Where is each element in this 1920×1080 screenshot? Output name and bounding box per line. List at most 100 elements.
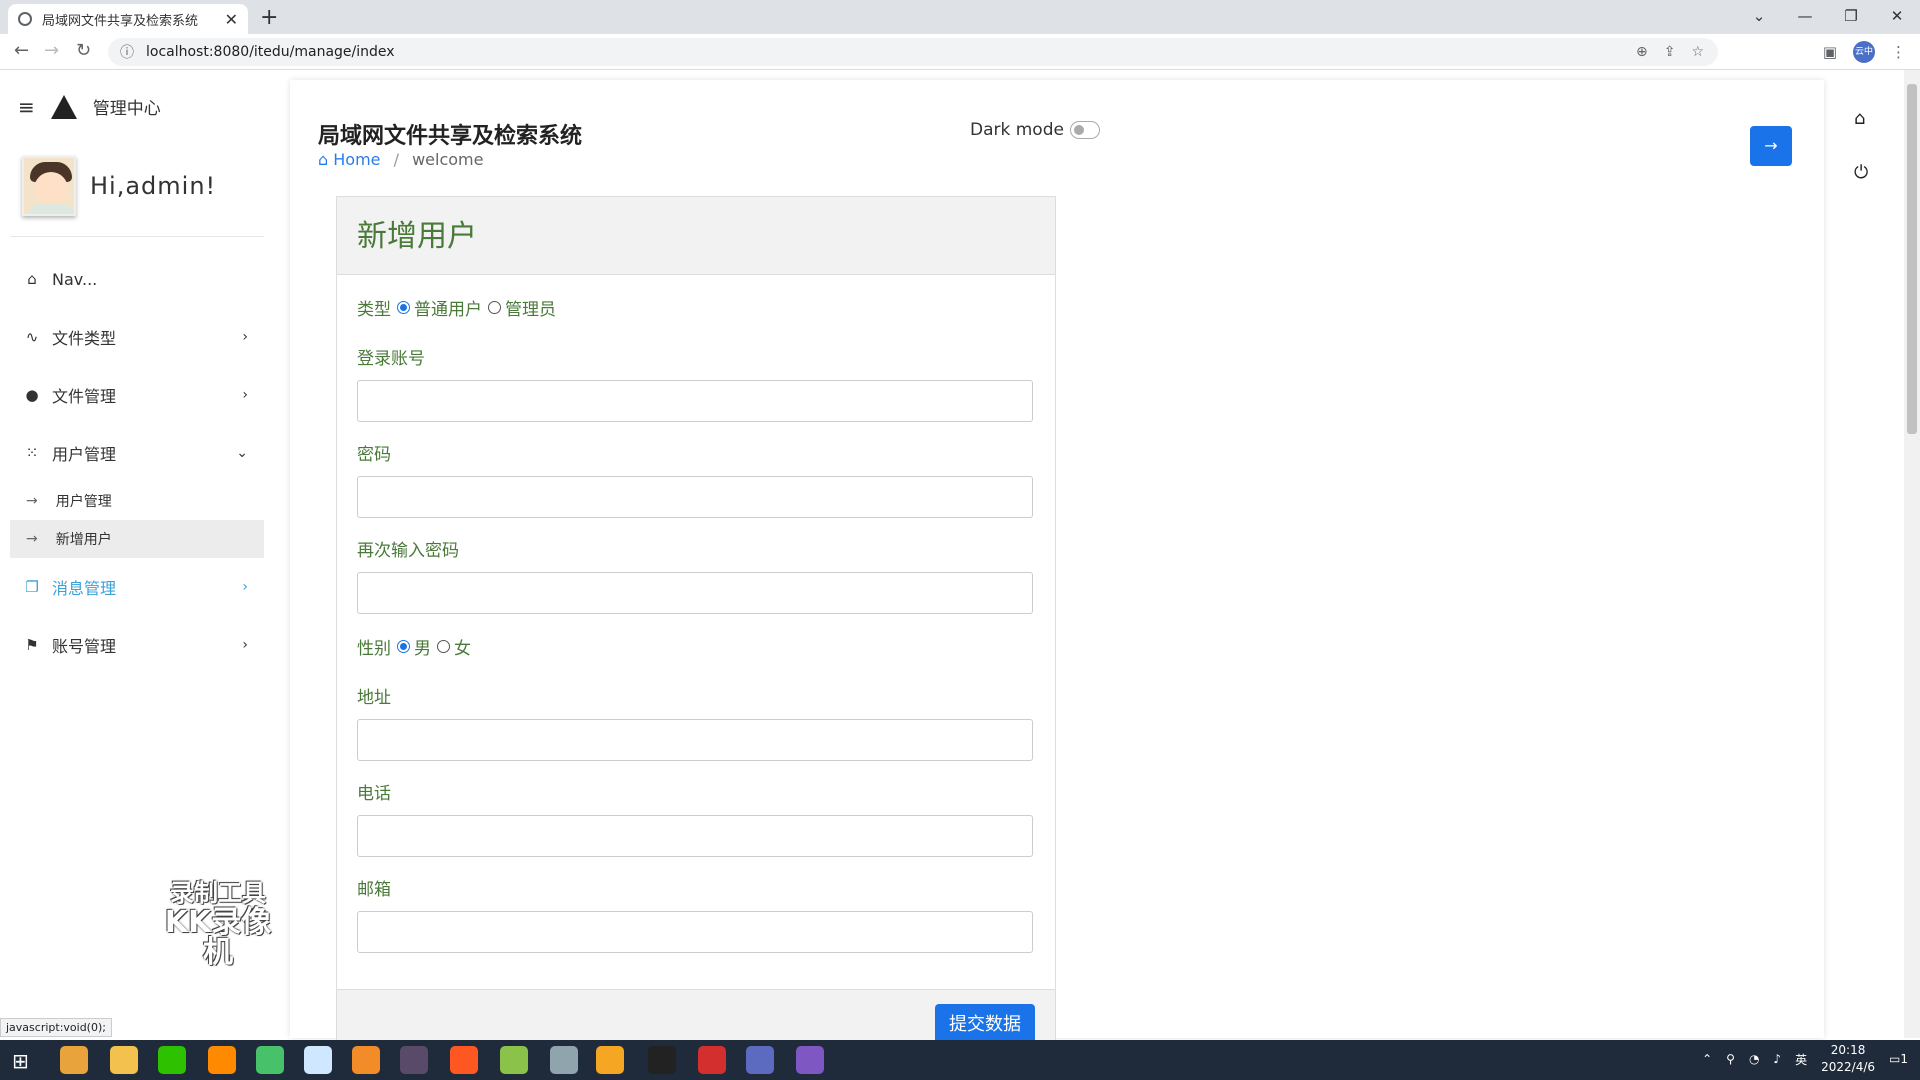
account-input[interactable]: [357, 380, 1033, 422]
forward-icon[interactable]: →: [44, 40, 59, 61]
chevron-right-icon: ›: [242, 637, 248, 653]
home-icon[interactable]: ⌂: [1854, 108, 1865, 129]
address-bar: ← → ↻ ⓘ localhost:8080/itedu/manage/inde…: [0, 34, 1920, 70]
sidebar-item-accounts[interactable]: ⚑ 账号管理 ›: [10, 616, 264, 674]
breadcrumb-home[interactable]: ⌂ Home: [318, 150, 381, 169]
email-label: 邮箱: [357, 880, 391, 900]
minimize-icon[interactable]: —: [1782, 4, 1828, 28]
profile-avatar[interactable]: 云中: [1853, 41, 1875, 63]
dark-mode-toggle[interactable]: [1069, 121, 1100, 139]
url-text: localhost:8080/itedu/manage/index: [146, 44, 395, 60]
submenu-item-add-user[interactable]: → 新增用户: [10, 520, 264, 558]
page-title: 局域网文件共享及检索系统: [318, 124, 583, 149]
phone-input[interactable]: [357, 815, 1033, 857]
bookmark-star-icon[interactable]: ☆: [1691, 44, 1704, 60]
sidebar-item-label: 文件管理: [52, 387, 117, 406]
radio-male[interactable]: [397, 639, 410, 653]
app-icon[interactable]: [596, 1046, 624, 1074]
phone-label: 电话: [357, 784, 391, 804]
browser-menu-icon[interactable]: ⋮: [1891, 43, 1906, 61]
wps-icon[interactable]: [698, 1046, 726, 1074]
dark-mode-switch[interactable]: Dark mode: [970, 120, 1100, 140]
scrollbar-thumb[interactable]: [1907, 84, 1917, 434]
wechat-icon[interactable]: [158, 1046, 186, 1074]
chevron-down-icon: ⌄: [236, 445, 248, 461]
close-tab-icon[interactable]: ✕: [225, 10, 238, 29]
windows-start-icon[interactable]: ⊞: [12, 1049, 29, 1073]
radio-normal-user-label: 普通用户: [414, 299, 482, 320]
app-icon[interactable]: [400, 1046, 428, 1074]
chrome-icon[interactable]: [60, 1046, 88, 1074]
clock[interactable]: 20:18 2022/4/6: [1821, 1042, 1875, 1076]
app-icon[interactable]: [746, 1046, 774, 1074]
sidebar: ≡ 管理中心 Hi,admin! ⌂ Nav... ∿ 文件类型 › ● 文件管…: [0, 70, 276, 1038]
tray-expand-icon[interactable]: ⌃: [1702, 1052, 1712, 1066]
browser-tab[interactable]: 局域网文件共享及检索系统 ✕: [8, 4, 248, 34]
avatar: [22, 156, 76, 216]
arrow-right-icon: →: [26, 493, 38, 509]
status-bar-url: javascript:void(0);: [0, 1018, 112, 1037]
app-icon[interactable]: [256, 1046, 284, 1074]
zoom-icon[interactable]: ⊕: [1636, 44, 1648, 60]
ime-indicator[interactable]: 英: [1795, 1051, 1807, 1068]
terminal-icon[interactable]: [648, 1046, 676, 1074]
tray-search-icon[interactable]: ⚲: [1726, 1052, 1735, 1066]
password-input[interactable]: [357, 476, 1033, 518]
app: ≡ 管理中心 Hi,admin! ⌂ Nav... ∿ 文件类型 › ● 文件管…: [0, 70, 1920, 1056]
radio-normal-user[interactable]: [397, 300, 410, 314]
confirm-password-input[interactable]: [357, 572, 1033, 614]
scrollbar[interactable]: [1904, 70, 1920, 1038]
skype-icon: ●: [25, 386, 39, 404]
address-input[interactable]: [357, 719, 1033, 761]
app-icon[interactable]: [450, 1046, 478, 1074]
app-icon[interactable]: [304, 1046, 332, 1074]
radio-admin-label: 管理员: [505, 299, 556, 320]
submenu-label: 用户管理: [55, 494, 112, 510]
add-user-card: 新增用户 类型 普通用户 管理员 登录账号 密码 再次输入密码 性别 男 女 地…: [336, 196, 1056, 1056]
sidebar-item-messages[interactable]: ❐ 消息管理 ›: [10, 558, 264, 616]
clock-date: 2022/4/6: [1821, 1060, 1876, 1074]
radio-female[interactable]: [437, 639, 450, 653]
radio-admin[interactable]: [488, 300, 501, 314]
hamburger-icon[interactable]: ≡: [18, 95, 35, 119]
sidebar-item-file-types[interactable]: ∿ 文件类型 ›: [10, 308, 264, 366]
new-tab-icon[interactable]: +: [260, 5, 278, 30]
notification-icon[interactable]: ▭1: [1889, 1052, 1908, 1066]
url-field[interactable]: ⓘ localhost:8080/itedu/manage/index ⊕ ⇪ …: [108, 38, 1718, 66]
reload-icon[interactable]: ↻: [76, 40, 91, 61]
flag-icon: ⚑: [25, 636, 39, 654]
power-icon[interactable]: ⏻: [1854, 162, 1868, 183]
sidebar-item-label: 文件类型: [52, 329, 117, 348]
share-icon[interactable]: ⇪: [1664, 44, 1676, 60]
sidebar-item-user-management[interactable]: ⁙ 用户管理 ⌄: [10, 424, 264, 482]
dark-mode-label: Dark mode: [970, 120, 1064, 140]
sidebar-item-nav[interactable]: ⌂ Nav...: [10, 250, 264, 308]
folder-icon[interactable]: [110, 1046, 138, 1074]
submenu-label: 新增用户: [55, 532, 112, 548]
volume-icon[interactable]: ♪: [1773, 1052, 1781, 1066]
chevron-right-icon: ›: [242, 329, 248, 345]
restore-icon[interactable]: ❐: [1828, 4, 1874, 28]
breadcrumb-home-label: Home: [333, 150, 381, 169]
side-panel-icon[interactable]: ▣: [1823, 43, 1837, 61]
sidebar-item-label: Nav...: [52, 269, 98, 289]
submenu-item-user-list[interactable]: → 用户管理: [10, 482, 264, 520]
watermark-line2: KK录像机: [164, 905, 272, 970]
sidebar-item-file-management[interactable]: ● 文件管理 ›: [10, 366, 264, 424]
app-icon[interactable]: [500, 1046, 528, 1074]
close-window-icon[interactable]: ✕: [1874, 4, 1920, 28]
tab-title: 局域网文件共享及检索系统: [42, 13, 199, 29]
chat-icon[interactable]: [550, 1046, 578, 1074]
search-app-icon[interactable]: [208, 1046, 236, 1074]
network-icon[interactable]: ◔: [1749, 1052, 1759, 1066]
back-icon[interactable]: ←: [14, 40, 29, 61]
email-input[interactable]: [357, 911, 1033, 953]
info-icon[interactable]: ⓘ: [120, 42, 134, 62]
app-icon[interactable]: [796, 1046, 824, 1074]
sidebar-item-label: 账号管理: [52, 637, 117, 656]
app-icon[interactable]: [352, 1046, 380, 1074]
tab-search-icon[interactable]: ⌄: [1736, 4, 1782, 28]
breadcrumb-current: welcome: [412, 150, 484, 169]
gender-label: 性别: [357, 638, 391, 659]
forward-button[interactable]: →: [1750, 126, 1792, 166]
